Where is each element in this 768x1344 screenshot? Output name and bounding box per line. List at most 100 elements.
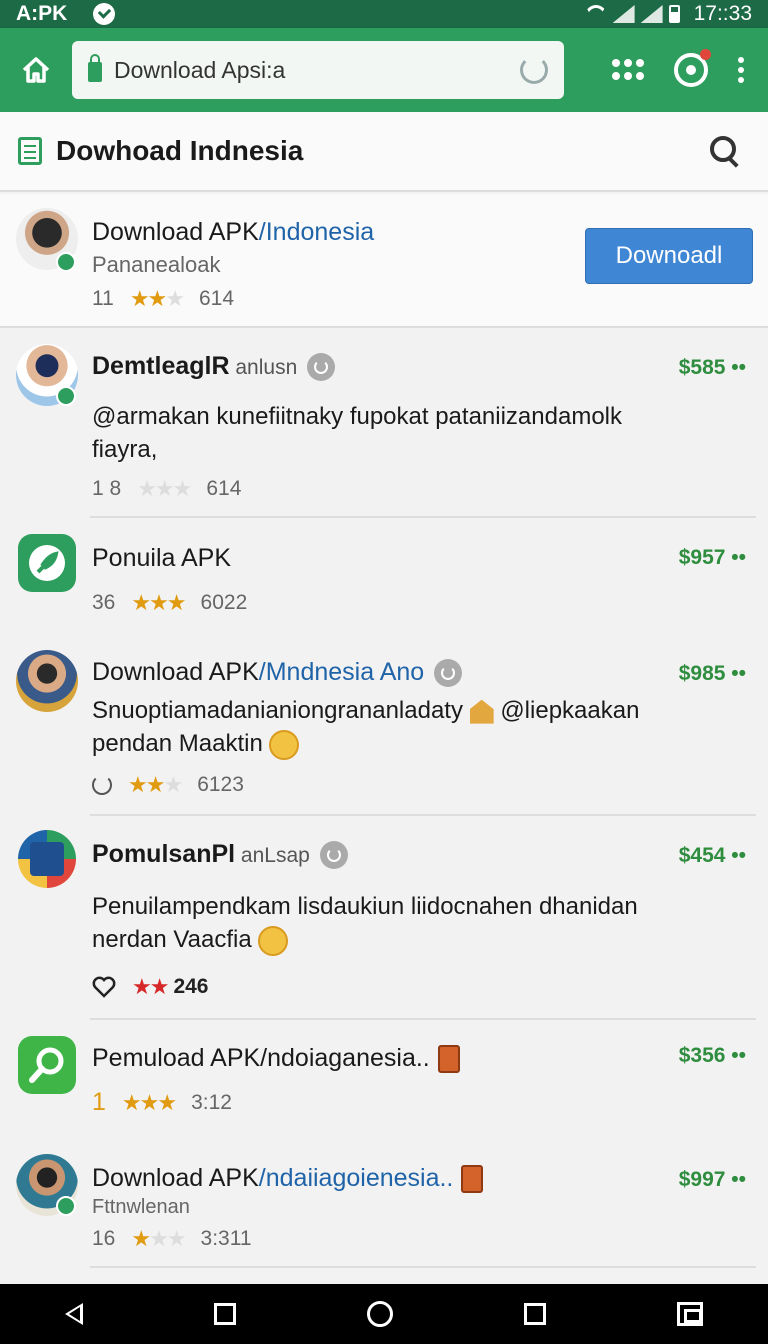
page-header: Dowhoad Indnesia xyxy=(0,112,768,192)
item-title: Download APK/Indonesia xyxy=(92,218,375,246)
item-rating: 3:311 xyxy=(200,1227,252,1250)
share-icon[interactable] xyxy=(434,659,463,688)
item-meta: ★★ 246 xyxy=(92,974,209,1000)
rating-stars-icon: ★★★ xyxy=(137,476,192,501)
app-icon xyxy=(18,830,76,888)
status-app-label: A:PK xyxy=(16,2,68,25)
item-price: $985 •• xyxy=(678,662,746,685)
signal-icon xyxy=(613,5,635,23)
book-icon xyxy=(461,1165,484,1194)
emoji-icon xyxy=(258,925,289,956)
item-price: $957 •• xyxy=(678,546,746,569)
page-title: Dowhoad Indnesia xyxy=(56,135,304,166)
list-item[interactable]: Download APK/Mndnesia Ano $985 •• Snuopt… xyxy=(0,636,768,812)
more-menu-icon[interactable] xyxy=(738,57,744,83)
status-bar: A:PK 17::33 xyxy=(0,0,768,28)
home-circle-icon[interactable] xyxy=(366,1301,393,1327)
item-title: Ponuila APK xyxy=(92,544,231,572)
lock-icon xyxy=(88,54,102,82)
item-rating: 614 xyxy=(199,287,235,310)
item-price: $356 •• xyxy=(678,1044,746,1067)
search-app-icon xyxy=(29,1047,64,1083)
verified-badge-icon xyxy=(56,252,76,272)
search-icon[interactable] xyxy=(710,136,740,166)
signal-icon-2 xyxy=(641,5,663,23)
list-item[interactable]: Pemuload APK/ndoiaganesia.. $356 •• 1 ★★… xyxy=(0,1022,768,1142)
item-meta: 11 ★★★ 614 xyxy=(92,286,234,312)
item-title: PomulsanPl anLsap xyxy=(92,840,348,870)
home-icon xyxy=(22,57,50,83)
item-description: Penuilampendkam lisdaukiun liidocnahen d… xyxy=(92,890,732,956)
item-meta: ★★★ 6123 xyxy=(92,772,244,798)
notifications-ring-icon[interactable] xyxy=(674,49,711,87)
heart-icon[interactable] xyxy=(92,976,116,998)
document-icon xyxy=(18,137,42,165)
item-rating: 614 xyxy=(206,477,242,500)
back-icon[interactable] xyxy=(65,1303,84,1325)
rating-stars-icon: ★★★ xyxy=(128,772,183,797)
list-item[interactable]: Ponuila APK $957 •• 36 ★★★ 6022 xyxy=(0,520,768,632)
item-meta: 1 8 ★★★ 614 xyxy=(92,476,241,502)
item-count: 16 xyxy=(92,1227,116,1250)
item-price: $454 •• xyxy=(678,844,746,867)
app-icon xyxy=(18,1036,76,1094)
divider xyxy=(90,516,756,518)
browser-toolbar: Download Apsi:a xyxy=(0,28,768,112)
divider xyxy=(0,326,768,328)
rating-stars-icon: ★★★ xyxy=(121,1089,177,1115)
item-count: 11 xyxy=(92,287,114,310)
item-description: @armakan kunefiitnaky fupokat pataniizan… xyxy=(92,403,622,463)
item-description: Snuoptiamadanianiongrananladaty @liepkaa… xyxy=(92,694,732,760)
wifi-icon xyxy=(584,5,607,23)
home-button[interactable] xyxy=(14,48,58,92)
refresh-icon xyxy=(92,775,112,795)
verified-badge-icon xyxy=(56,386,76,406)
item-count: 1 8 xyxy=(92,477,122,500)
list-item[interactable]: DemtleaglR anlusn $585 •• @armakan kunef… xyxy=(0,330,768,518)
item-meta: 16 ★★★ 3:311 xyxy=(92,1226,252,1252)
share-icon[interactable] xyxy=(307,353,336,382)
apps-grid-icon[interactable] xyxy=(612,59,644,81)
emoji-icon xyxy=(269,729,300,760)
divider xyxy=(90,814,756,816)
url-bar[interactable]: Download Apsi:a xyxy=(72,41,564,99)
item-title: Pemuload APK/ndoiaganesia.. xyxy=(92,1044,460,1074)
list-item[interactable]: PomulsanPl anLsap $454 •• Penuilampendka… xyxy=(0,818,768,1018)
item-count: 36 xyxy=(92,591,116,614)
battery-icon xyxy=(668,5,680,23)
item-count: 1 xyxy=(92,1088,106,1116)
rating-stars-icon: ★★★ xyxy=(131,1226,186,1251)
rating-stars-icon: ★★★ xyxy=(131,590,186,615)
recents-icon[interactable] xyxy=(523,1303,546,1325)
temple-icon xyxy=(469,699,494,724)
rating-stars-icon: ★★ xyxy=(132,974,169,999)
verified-badge-icon xyxy=(56,1196,76,1216)
item-title: Download APK/ndaiiagoienesia.. xyxy=(92,1164,484,1194)
square-icon[interactable] xyxy=(214,1303,237,1325)
leaf-chat-icon xyxy=(29,545,65,581)
book-icon xyxy=(437,1045,460,1074)
item-price: $585 •• xyxy=(678,356,746,379)
status-time: 17::33 xyxy=(693,2,752,25)
divider xyxy=(90,1018,756,1020)
list-item[interactable]: Download APK/ndaiiagoienesia.. $997 •• F… xyxy=(0,1146,768,1266)
item-rating: 6022 xyxy=(200,591,248,614)
item-subtitle: Pananealoak xyxy=(92,252,221,277)
item-rating: 6123 xyxy=(197,773,244,796)
facebook-icon xyxy=(30,842,64,876)
multi-window-icon[interactable] xyxy=(676,1302,703,1326)
share-icon[interactable] xyxy=(319,841,348,870)
system-nav-bar xyxy=(0,1284,768,1344)
download-button[interactable]: Downoadl xyxy=(585,228,753,284)
url-text: Download Apsi:a xyxy=(114,56,286,83)
list-item[interactable]: Download APK/Indonesia Pananealoak 11 ★★… xyxy=(0,194,768,328)
item-meta: 36 ★★★ 6022 xyxy=(92,590,247,616)
item-title: Download APK/Mndnesia Ano xyxy=(92,658,463,688)
reload-icon[interactable] xyxy=(520,56,548,84)
item-meta: 1 ★★★ 3:12 xyxy=(92,1088,232,1117)
item-title: DemtleaglR anlusn xyxy=(92,352,336,382)
item-rating: 3:12 xyxy=(191,1090,232,1114)
avatar xyxy=(16,650,78,712)
notification-icon xyxy=(93,3,116,25)
item-subtitle: Fttnwlenan xyxy=(92,1196,190,1218)
